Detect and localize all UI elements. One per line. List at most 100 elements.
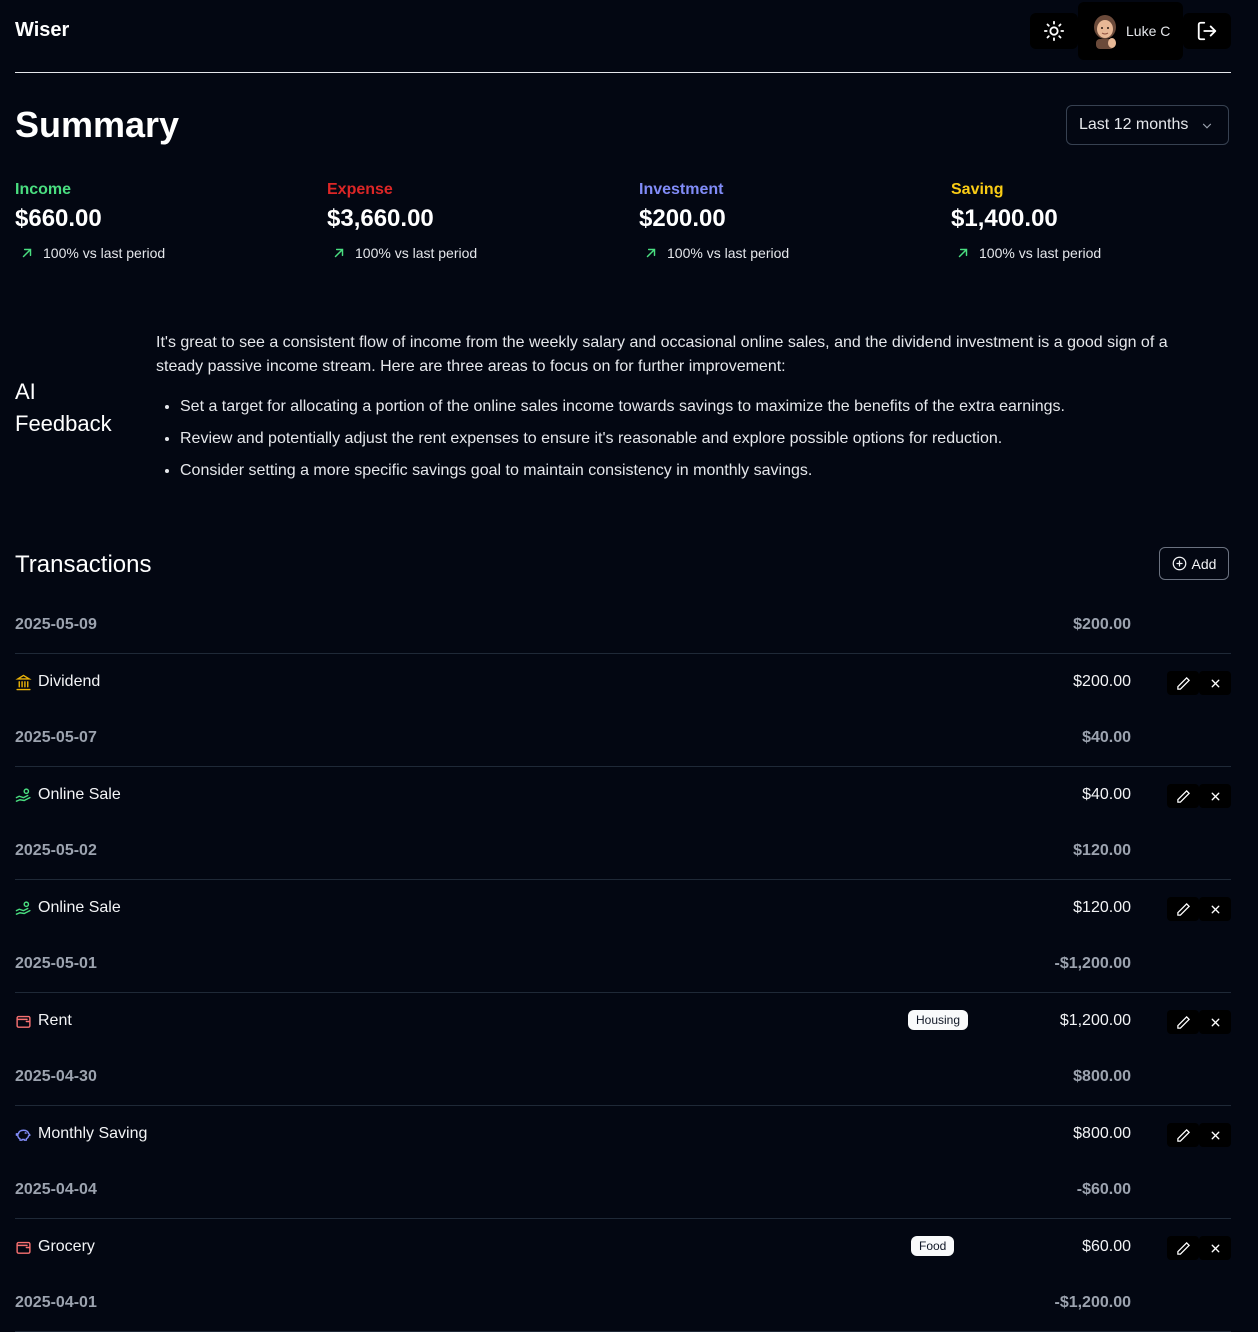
- group-total: $40.00: [1082, 729, 1131, 746]
- transaction-row[interactable]: Monthly Saving $800.00: [15, 1106, 1231, 1162]
- ai-feedback-point: Review and potentially adjust the rent e…: [180, 427, 1216, 451]
- group-date: 2025-05-07: [15, 729, 97, 746]
- group-total: $200.00: [1073, 616, 1131, 633]
- trend-up-icon: [958, 248, 968, 258]
- edit-button[interactable]: [1167, 1010, 1199, 1034]
- group-date: 2025-05-01: [15, 955, 97, 972]
- stat-saving: Saving $1,400.00 100% vs last period: [951, 181, 1251, 261]
- close-icon: [1211, 905, 1219, 913]
- stat-value: $660.00: [15, 205, 102, 232]
- edit-button[interactable]: [1167, 784, 1199, 808]
- pencil-icon: [1176, 1128, 1190, 1142]
- piggy-bank-icon: [15, 1129, 31, 1141]
- close-icon: [1211, 1018, 1219, 1026]
- logout-button[interactable]: [1183, 13, 1231, 49]
- transaction-list: 2025-05-09 $200.00 Dividend $200.00 2025…: [15, 597, 1231, 1332]
- ai-feedback-point: Consider setting a more specific savings…: [180, 459, 1216, 483]
- edit-button[interactable]: [1167, 671, 1199, 695]
- ai-feedback-title-line1: AI: [15, 379, 36, 404]
- stat-value: $200.00: [639, 205, 726, 232]
- close-icon: [1211, 679, 1219, 687]
- add-transaction-button[interactable]: Add: [1159, 547, 1229, 580]
- transaction-amount: $60.00: [1082, 1238, 1131, 1255]
- stat-value: $1,400.00: [951, 205, 1058, 232]
- group-total: $800.00: [1073, 1068, 1131, 1085]
- delete-button[interactable]: [1199, 1010, 1231, 1034]
- ai-feedback-intro: It's great to see a consistent flow of i…: [156, 334, 1168, 375]
- delete-button[interactable]: [1199, 897, 1231, 921]
- stat-income: Income $660.00 100% vs last period: [15, 181, 315, 261]
- edit-button[interactable]: [1167, 1123, 1199, 1147]
- chevron-down-icon: [1202, 123, 1212, 129]
- close-icon: [1211, 1131, 1219, 1139]
- bank-icon: [15, 674, 32, 691]
- add-button-label: Add: [1191, 555, 1217, 572]
- plus-circle-icon: [1172, 556, 1186, 571]
- wallet-icon: [16, 1241, 31, 1254]
- page-title: Summary: [15, 104, 180, 145]
- transaction-name: Online Sale: [38, 786, 121, 803]
- trend-up-icon: [334, 248, 344, 258]
- edit-button[interactable]: [1167, 1236, 1199, 1260]
- period-select-value: Last 12 months: [1079, 116, 1189, 133]
- transaction-amount: $200.00: [1073, 673, 1131, 690]
- user-name: Luke C: [1126, 23, 1171, 39]
- transaction-row[interactable]: Rent Housing $1,200.00: [15, 993, 1231, 1049]
- stat-label: Saving: [951, 181, 1004, 198]
- pencil-icon: [1176, 1241, 1190, 1255]
- avatar: [1090, 13, 1120, 49]
- date-group-header: 2025-04-04 -$60.00: [15, 1162, 1231, 1219]
- stat-expense: Expense $3,660.00 100% vs last period: [327, 181, 627, 261]
- transaction-amount: $800.00: [1073, 1125, 1131, 1142]
- delete-button[interactable]: [1199, 784, 1231, 808]
- transaction-name: Online Sale: [38, 899, 121, 916]
- ai-feedback-point: Set a target for allocating a portion of…: [180, 395, 1216, 419]
- transaction-name: Grocery: [38, 1238, 95, 1255]
- transaction-row[interactable]: Grocery Food $60.00: [15, 1219, 1231, 1275]
- pencil-icon: [1176, 789, 1190, 803]
- sun-icon: [1043, 20, 1065, 42]
- date-group-header: 2025-05-01 -$1,200.00: [15, 936, 1231, 993]
- brand-logo[interactable]: Wiser: [15, 19, 69, 42]
- hand-coins-icon: [15, 901, 31, 915]
- transaction-row[interactable]: Online Sale $40.00: [15, 767, 1231, 823]
- group-date: 2025-04-01: [15, 1294, 97, 1311]
- group-date: 2025-04-04: [15, 1181, 97, 1198]
- stat-label: Income: [15, 181, 72, 198]
- close-icon: [1211, 792, 1219, 800]
- stat-delta: 100% vs last period: [15, 245, 315, 261]
- theme-toggle-button[interactable]: [1030, 13, 1078, 49]
- transaction-name: Rent: [38, 1012, 72, 1029]
- top-bar: Wiser Luke C: [15, 0, 1231, 73]
- transaction-amount: $120.00: [1073, 899, 1131, 916]
- category-badge: Housing: [908, 1010, 969, 1030]
- stat-delta-text: 100% vs last period: [43, 245, 166, 261]
- wallet-icon: [16, 1015, 31, 1028]
- period-select[interactable]: Last 12 months: [1066, 105, 1229, 145]
- transaction-name: Monthly Saving: [38, 1125, 148, 1142]
- stat-delta-text: 100% vs last period: [355, 245, 478, 261]
- date-group-header: 2025-05-02 $120.00: [15, 823, 1231, 880]
- user-menu[interactable]: Luke C: [1078, 2, 1183, 60]
- stat-delta-text: 100% vs last period: [979, 245, 1102, 261]
- group-total: -$1,200.00: [1054, 955, 1131, 972]
- group-total: -$1,200.00: [1054, 1294, 1131, 1311]
- delete-button[interactable]: [1199, 671, 1231, 695]
- close-icon: [1211, 1244, 1219, 1252]
- stat-value: $3,660.00: [327, 205, 434, 232]
- delete-button[interactable]: [1199, 1123, 1231, 1147]
- ai-feedback-title-line2: Feedback: [15, 411, 112, 436]
- category-badge: Food: [911, 1236, 955, 1256]
- stat-label: Investment: [639, 181, 724, 198]
- transaction-row[interactable]: Dividend $200.00: [15, 654, 1231, 710]
- edit-button[interactable]: [1167, 897, 1199, 921]
- transaction-amount: $1,200.00: [1059, 1012, 1131, 1029]
- ai-feedback-list: Set a target for allocating a portion of…: [156, 395, 1216, 483]
- logout-icon: [1197, 21, 1217, 41]
- pencil-icon: [1176, 1015, 1190, 1029]
- delete-button[interactable]: [1199, 1236, 1231, 1260]
- transaction-row[interactable]: Online Sale $120.00: [15, 880, 1231, 936]
- transaction-name: Dividend: [38, 673, 101, 690]
- date-group-header: 2025-05-07 $40.00: [15, 710, 1231, 767]
- trend-up-icon: [646, 248, 656, 258]
